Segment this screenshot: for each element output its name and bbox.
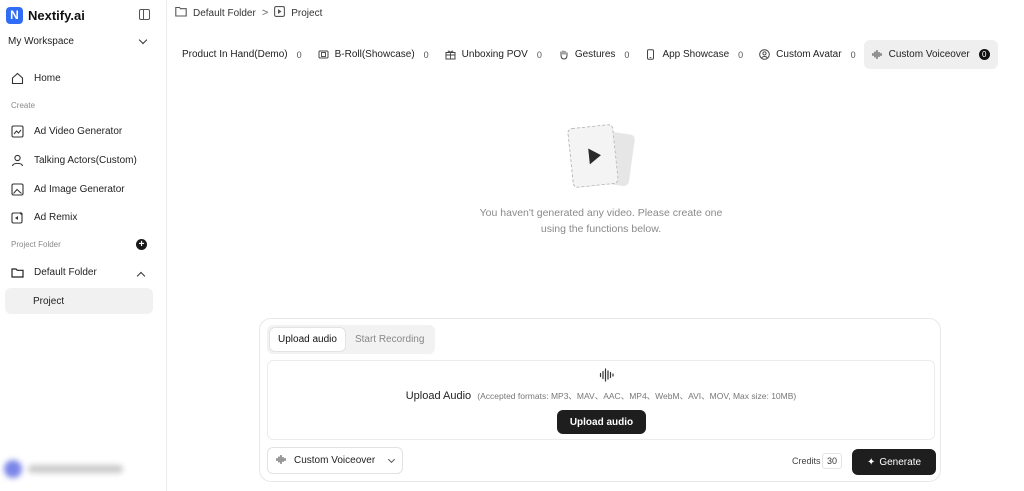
tab-label: Gestures: [574, 49, 616, 60]
sidebar-collapse-icon[interactable]: [139, 9, 150, 20]
sidebar-item-label: Project: [33, 295, 65, 307]
tab-app-showcase[interactable]: App Showcase 0: [637, 40, 751, 69]
tab-label: App Showcase: [662, 49, 730, 60]
start-recording-tab[interactable]: Start Recording: [347, 328, 432, 351]
play-square-icon: [274, 6, 286, 20]
tab-count: 0: [423, 49, 429, 60]
breadcrumb-page: Project: [291, 7, 323, 19]
tab-count: 0: [624, 49, 630, 60]
upload-dropzone[interactable]: Upload Audio (Accepted formats: MP3、MAV、…: [267, 360, 935, 440]
sidebar-item-default-folder[interactable]: Default Folder: [5, 259, 153, 285]
brand[interactable]: N Nextify.ai: [6, 6, 85, 24]
tab-count: 0: [850, 49, 856, 60]
tab-label: Product In Hand(Demo): [182, 49, 288, 60]
audio-input-panel: Upload audio Start Recording Upload Audi…: [259, 318, 941, 482]
voice-type-select[interactable]: Custom Voiceover: [267, 447, 403, 474]
tab-count: 0: [978, 49, 990, 60]
tab-b-roll[interactable]: B-Roll(Showcase) 0: [310, 40, 437, 69]
tab-product-in-hand[interactable]: Product In Hand(Demo) 0: [174, 40, 310, 69]
sidebar-item-label: Ad Video Generator: [34, 125, 123, 137]
sparkle-icon: ✦: [866, 456, 876, 468]
phone-icon: [645, 49, 656, 60]
chevron-down-icon: [387, 455, 396, 463]
upload-heading: Upload Audio: [405, 390, 472, 402]
credits-label: Credits: [792, 456, 821, 466]
video-frame-icon: [11, 124, 24, 138]
upload-audio-tab[interactable]: Upload audio: [270, 328, 345, 351]
folder-icon: [11, 266, 24, 279]
sidebar-item-label: Ad Remix: [34, 211, 78, 223]
tab-label: Custom Avatar: [776, 49, 842, 60]
avatar: [4, 460, 22, 478]
hand-icon: [558, 49, 569, 60]
home-icon: [11, 72, 24, 85]
upload-audio-button[interactable]: Upload audio: [557, 410, 646, 434]
breadcrumb-folder[interactable]: Default Folder: [193, 8, 256, 19]
tab-gestures[interactable]: Gestures 0: [550, 40, 638, 69]
tab-count: 0: [296, 49, 302, 60]
user-circle-icon: [759, 49, 770, 60]
sidebar-item-label: Ad Image Generator: [34, 183, 125, 195]
user-icon: [11, 154, 24, 167]
tab-count: 0: [738, 49, 744, 60]
tab-label: B-Roll(Showcase): [334, 49, 415, 60]
sidebar: N Nextify.ai My Workspace Home Create Ad…: [0, 0, 167, 491]
tab-label: Custom Voiceover: [888, 49, 970, 60]
user-name-redacted: [28, 465, 123, 473]
user-profile[interactable]: [4, 458, 154, 480]
empty-state-message: You haven't generated any video. Please …: [479, 207, 723, 235]
brand-name: Nextify.ai: [28, 7, 85, 23]
audio-mode-toggle: Upload audio Start Recording: [267, 325, 436, 354]
sidebar-item-project[interactable]: Project: [5, 288, 153, 314]
play-icon: [587, 147, 602, 165]
sidebar-item-label: Talking Actors(Custom): [34, 154, 137, 166]
image-icon: [11, 182, 24, 196]
tab-unboxing-pov[interactable]: Unboxing POV 0: [437, 40, 550, 69]
tab-custom-avatar[interactable]: Custom Avatar 0: [751, 40, 863, 69]
generate-label: Generate: [879, 456, 922, 468]
audio-wave-icon: [599, 367, 615, 386]
film-icon: [318, 49, 329, 60]
breadcrumb-separator: >: [261, 7, 269, 19]
brand-logo: N: [6, 6, 23, 24]
breadcrumb: Default Folder > Project: [175, 6, 322, 20]
sidebar-item-label: Home: [34, 72, 61, 84]
workspace-label: My Workspace: [8, 35, 74, 47]
gift-box-icon: [445, 49, 456, 60]
audio-wave-icon: [872, 49, 883, 60]
video-card: [566, 123, 620, 189]
tab-custom-voiceover[interactable]: Custom Voiceover 0: [863, 40, 998, 69]
audio-wave-icon: [276, 454, 287, 468]
category-tabs: Product In Hand(Demo) 0 B-Roll(Showcase)…: [174, 40, 998, 69]
tab-label: Unboxing POV: [461, 49, 528, 60]
remix-icon: [11, 211, 24, 224]
voice-select-value: Custom Voiceover: [294, 455, 376, 466]
sidebar-item-home[interactable]: Home: [5, 65, 153, 91]
sidebar-item-talking-actors[interactable]: Talking Actors(Custom): [5, 147, 153, 173]
workspace-selector[interactable]: My Workspace: [8, 33, 148, 49]
sidebar-item-label: Default Folder: [34, 266, 97, 278]
sidebar-item-ad-video-generator[interactable]: Ad Video Generator: [5, 118, 153, 144]
folder-icon: [175, 6, 187, 20]
accepted-formats: (Accepted formats: MP3、MAV、AAC、MP4、WebM、…: [477, 391, 797, 401]
sidebar-item-ad-remix[interactable]: Ad Remix: [5, 204, 153, 230]
sidebar-item-ad-image-generator[interactable]: Ad Image Generator: [5, 176, 153, 202]
add-folder-button[interactable]: +: [136, 239, 147, 250]
chevron-down-icon: [138, 35, 148, 44]
upload-title: Upload Audio (Accepted formats: MP3、MAV、…: [268, 390, 934, 402]
section-label-create: Create: [11, 101, 36, 110]
section-label-project-folder: Project Folder: [11, 240, 61, 249]
empty-video-illustration: [566, 122, 636, 192]
generate-button[interactable]: ✦ Generate: [852, 449, 936, 475]
credits-value: 30: [822, 453, 842, 469]
tab-count: 0: [536, 49, 542, 60]
